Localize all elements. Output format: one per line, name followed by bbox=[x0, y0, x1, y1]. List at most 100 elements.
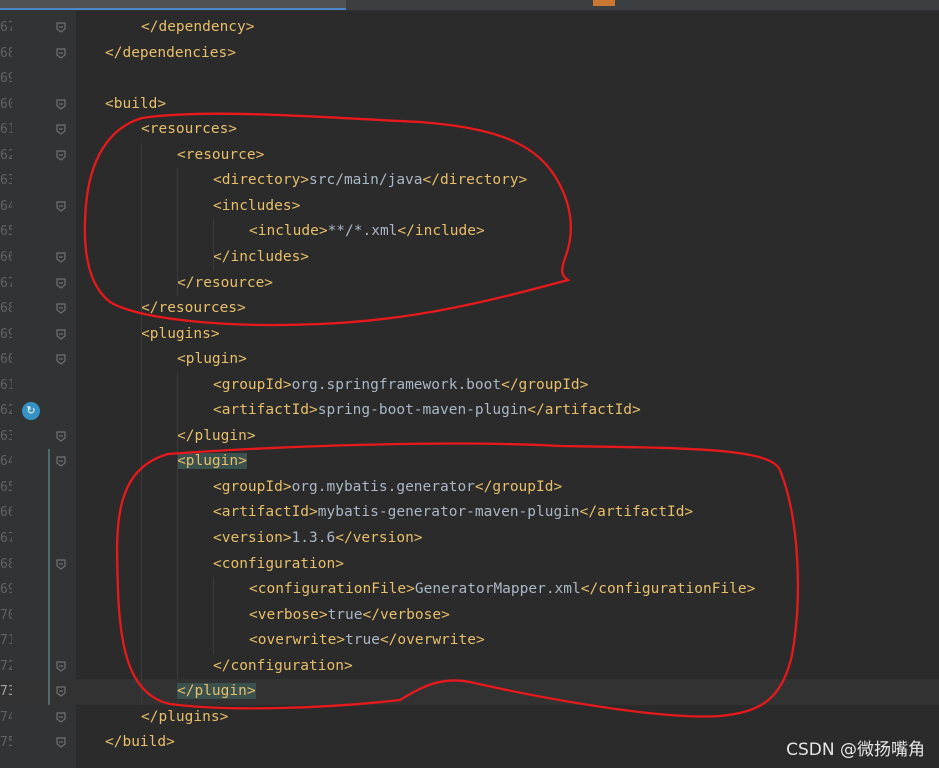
code-text: <groupId>org.mybatis.generator</groupId> bbox=[213, 475, 562, 501]
xml-tag: <overwrite> bbox=[249, 632, 346, 649]
fold-marker-icon[interactable] bbox=[56, 354, 66, 365]
code-text: </plugin> bbox=[177, 424, 256, 450]
line-number: 60 bbox=[0, 96, 12, 112]
xml-tag: </plugin> bbox=[177, 427, 256, 444]
xml-tag: </overwrite> bbox=[379, 632, 485, 649]
code-line[interactable]: 61 <resources> bbox=[0, 117, 939, 143]
line-number: 63 bbox=[0, 173, 12, 189]
fold-marker-icon[interactable] bbox=[56, 558, 66, 570]
fold-marker-icon[interactable] bbox=[56, 201, 66, 212]
fold-marker-icon[interactable] bbox=[56, 661, 66, 672]
xml-tag: </configurationFile> bbox=[580, 581, 756, 598]
line-number: 68 bbox=[0, 45, 12, 61]
code-text: <configurationFile>GeneratorMapper.xml</… bbox=[249, 577, 755, 603]
code-text: <plugins> bbox=[141, 322, 220, 348]
code-text: <artifactId>spring-boot-maven-plugin</ar… bbox=[213, 398, 641, 424]
line-number: 65 bbox=[0, 224, 12, 240]
line-number: 72 bbox=[0, 658, 12, 674]
xml-tag: </resource> bbox=[177, 274, 274, 291]
code-line[interactable]: 60 <build> bbox=[0, 92, 939, 118]
xml-text: org.mybatis.generator bbox=[291, 478, 475, 495]
spring-run-gutter-icon[interactable]: ↻ bbox=[22, 402, 40, 421]
editor-tab[interactable] bbox=[618, 0, 748, 10]
line-number: 61 bbox=[0, 377, 12, 393]
xml-text: src/main/java bbox=[309, 172, 423, 189]
xml-tag: </verbose> bbox=[362, 606, 450, 623]
xml-tag: <resources> bbox=[141, 121, 238, 138]
xml-tag: <resource> bbox=[177, 146, 265, 163]
fold-marker-icon[interactable] bbox=[56, 124, 66, 135]
line-number: 69 bbox=[0, 71, 12, 87]
code-text: </dependencies> bbox=[105, 41, 236, 67]
line-number: 64 bbox=[0, 198, 12, 214]
xml-tag: </plugin> bbox=[177, 683, 256, 700]
xml-tag: </dependencies> bbox=[105, 44, 236, 61]
xml-text: true bbox=[345, 632, 380, 649]
line-number: 63 bbox=[0, 428, 12, 444]
line-number: 68 bbox=[0, 556, 12, 572]
xml-tag: <plugins> bbox=[141, 325, 220, 342]
line-number: 62 bbox=[0, 147, 12, 163]
code-text: </resource> bbox=[177, 271, 273, 297]
line-number: 74 bbox=[0, 709, 12, 725]
xml-text: **/*.xml bbox=[327, 223, 398, 240]
editor-tab[interactable] bbox=[348, 0, 588, 10]
code-line[interactable]: 68 </dependencies> bbox=[0, 41, 939, 67]
xml-tag: <include> bbox=[249, 223, 328, 240]
fold-marker-icon[interactable] bbox=[56, 328, 66, 340]
xml-tag: </groupId> bbox=[474, 478, 563, 495]
code-text: </dependency> bbox=[141, 15, 255, 41]
fold-marker-icon[interactable] bbox=[56, 150, 66, 161]
code-text: </configuration> bbox=[213, 654, 353, 680]
fold-marker-icon[interactable] bbox=[56, 712, 66, 723]
xml-text: GeneratorMapper.xml bbox=[414, 581, 581, 598]
code-line[interactable]: 69 bbox=[0, 66, 939, 92]
code-text: </plugins> bbox=[141, 705, 228, 731]
line-number: 71 bbox=[0, 633, 12, 649]
code-text: <plugin> bbox=[177, 449, 247, 475]
fold-marker-icon[interactable] bbox=[56, 99, 66, 110]
line-number: 70 bbox=[0, 607, 12, 623]
xml-tag: </artifactId> bbox=[527, 402, 641, 419]
fold-marker-icon[interactable] bbox=[56, 252, 66, 263]
fold-marker-icon[interactable] bbox=[56, 22, 66, 33]
fold-marker-icon[interactable] bbox=[56, 303, 66, 314]
line-number: 65 bbox=[0, 479, 12, 495]
code-text: <build> bbox=[105, 92, 166, 118]
xml-text: org.springframework.boot bbox=[291, 376, 502, 393]
line-number: 68 bbox=[0, 301, 12, 317]
fold-marker-icon[interactable] bbox=[56, 431, 66, 442]
xml-tag: </plugins> bbox=[141, 708, 229, 725]
line-number: 66 bbox=[0, 249, 12, 265]
xml-text: 1.3.6 bbox=[291, 530, 336, 546]
xml-tag: <configurationFile> bbox=[249, 581, 415, 598]
fold-marker-icon[interactable] bbox=[56, 47, 66, 59]
code-text: <directory>src/main/java</directory> bbox=[213, 168, 527, 194]
code-line[interactable]: 67 </dependency> bbox=[0, 15, 939, 41]
fold-marker-icon[interactable] bbox=[56, 456, 66, 468]
fold-marker-icon[interactable] bbox=[56, 686, 66, 698]
code-text: <artifactId>mybatis-generator-maven-plug… bbox=[213, 500, 693, 526]
watermark-text: CSDN @微扬嘴角 bbox=[786, 740, 925, 760]
file-icon bbox=[593, 0, 615, 6]
indent-guide bbox=[177, 168, 178, 297]
fold-marker-icon[interactable] bbox=[56, 277, 66, 289]
vcs-change-marker[interactable] bbox=[48, 449, 50, 705]
xml-tag: <version> bbox=[213, 530, 292, 546]
line-number: 73 bbox=[0, 684, 12, 700]
code-line[interactable]: 74 </plugins> bbox=[0, 705, 939, 731]
code-text: </includes> bbox=[213, 245, 309, 271]
line-number: 61 bbox=[0, 122, 12, 138]
editor-tab-active[interactable] bbox=[0, 0, 346, 10]
xml-tag: <artifactId> bbox=[213, 402, 318, 419]
code-editor[interactable]: 67 </dependency> 68 </dependencies> 69 60 <bui… bbox=[0, 10, 939, 768]
fold-marker-icon[interactable] bbox=[56, 737, 66, 749]
xml-tag: </includes> bbox=[213, 248, 310, 265]
indent-guide bbox=[213, 219, 214, 271]
line-number: 69 bbox=[0, 582, 12, 598]
xml-tag: </artifactId> bbox=[579, 504, 694, 521]
xml-tag: <verbose> bbox=[249, 606, 328, 623]
code-text: <overwrite>true</overwrite> bbox=[249, 628, 485, 654]
line-number: 75 bbox=[0, 735, 12, 751]
code-text: <version>1.3.6</version> bbox=[213, 526, 423, 552]
